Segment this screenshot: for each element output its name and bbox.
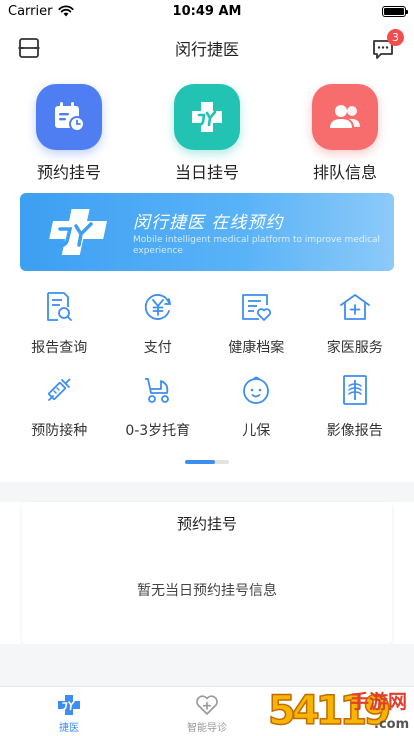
carrier-label: Carrier	[8, 3, 53, 19]
grid-icon-wrap	[239, 373, 273, 407]
jy-tab-icon	[58, 695, 80, 715]
scan-button[interactable]	[18, 37, 40, 59]
baby-face-icon	[243, 376, 270, 404]
empty-state-text: 暂无当日预约挂号信息	[137, 583, 277, 599]
wifi-icon	[58, 5, 75, 17]
page-title: 闵行捷医	[174, 40, 239, 59]
service-imaging-report[interactable]: 影像报告	[306, 373, 405, 440]
heart-plus-icon	[196, 695, 218, 715]
top-icon-bg	[174, 84, 240, 150]
page-indicator-active	[185, 460, 215, 464]
grid-icon-wrap	[141, 373, 175, 407]
service-label: 健康档案	[228, 340, 285, 356]
battery-fill	[384, 7, 404, 15]
scan-icon	[18, 38, 40, 58]
top-icon-bg	[36, 84, 102, 150]
service-label: 预防接种	[31, 423, 88, 439]
tab-label: 捷医	[59, 723, 79, 734]
report-search-icon	[47, 292, 73, 321]
battery-icon	[382, 5, 408, 17]
grid-icon-wrap	[42, 290, 76, 324]
message-button[interactable]: 3	[372, 29, 404, 60]
service-childcare[interactable]: 0-3岁托育	[109, 373, 208, 440]
grid-icon-wrap	[42, 373, 76, 407]
jy-medical-cross-icon	[192, 102, 222, 132]
card-title: 预约挂号	[176, 515, 237, 533]
service-health-record[interactable]: 健康档案	[207, 290, 306, 357]
service-child-health[interactable]: 儿保	[207, 373, 306, 440]
top-icon-bg	[312, 84, 378, 150]
top-action-label: 预约挂号	[36, 163, 101, 182]
banner-title: 闵行捷医 在线预约	[133, 213, 284, 233]
grid-icon-wrap	[239, 290, 273, 324]
yen-payment-icon	[144, 294, 171, 320]
tab-smart-guide[interactable]: 智能导诊	[138, 687, 276, 736]
service-payment[interactable]: 支付	[109, 290, 208, 357]
tab-label: 智能导诊	[187, 723, 227, 734]
calendar-clock-icon	[55, 102, 85, 132]
grid-icon-wrap	[338, 373, 372, 407]
appointment-action[interactable]: 预约挂号	[0, 84, 138, 183]
stroller-icon	[144, 378, 169, 403]
message-badge: 3	[387, 29, 404, 46]
queue-info-action[interactable]: 排队信息	[276, 84, 414, 183]
nav-bar: 闵行捷医 3	[0, 22, 414, 74]
same-day-action[interactable]: 当日挂号	[138, 84, 276, 183]
syringe-icon	[48, 378, 71, 401]
page-indicator	[185, 460, 229, 464]
grid-icon-wrap	[141, 290, 175, 324]
status-bar: Carrier 10:49 AM	[0, 0, 414, 22]
promo-banner[interactable]: 闵行捷医 在线预约 Mobile intelligent medical pla…	[20, 193, 394, 271]
site-watermark: 54119 手游网 .com	[266, 676, 414, 736]
appointment-card: 预约挂号 暂无当日预约挂号信息	[22, 502, 392, 644]
health-record-icon	[242, 294, 272, 321]
top-action-label: 排队信息	[312, 163, 377, 182]
service-family-doctor[interactable]: 家医服务	[306, 290, 405, 357]
family-doctor-icon	[339, 294, 370, 320]
banner-subtitle: Mobile intelligent medical platform to i…	[133, 235, 381, 256]
watermark-url: .com	[374, 717, 409, 732]
service-label: 0-3岁托育	[125, 423, 191, 439]
grid-icon-wrap	[338, 290, 372, 324]
service-label: 儿保	[242, 423, 271, 439]
xray-icon	[342, 375, 367, 405]
service-vaccination[interactable]: 预防接种	[10, 373, 109, 440]
status-left: Carrier	[8, 3, 75, 19]
watermark-logo: 54119 手游网 .com	[267, 687, 409, 735]
jy-logo-icon	[49, 209, 108, 255]
top-actions: 预约挂号 当日挂号 排队信息	[0, 84, 414, 183]
service-report-query[interactable]: 报告查询	[10, 290, 109, 357]
section-divider	[0, 482, 414, 502]
service-label: 报告查询	[31, 340, 88, 356]
services-grid: 报告查询 支付 健康档案 家医服务 预防接种 0-3岁托育 儿保 影像报告	[10, 290, 404, 440]
service-label: 家医服务	[326, 340, 383, 356]
service-label: 影像报告	[326, 423, 383, 439]
top-action-label: 当日挂号	[174, 163, 239, 182]
watermark-cn: 手游网	[350, 690, 407, 713]
tab-jieyi[interactable]: 捷医	[0, 687, 138, 736]
people-icon	[330, 105, 360, 128]
service-label: 支付	[143, 340, 172, 356]
